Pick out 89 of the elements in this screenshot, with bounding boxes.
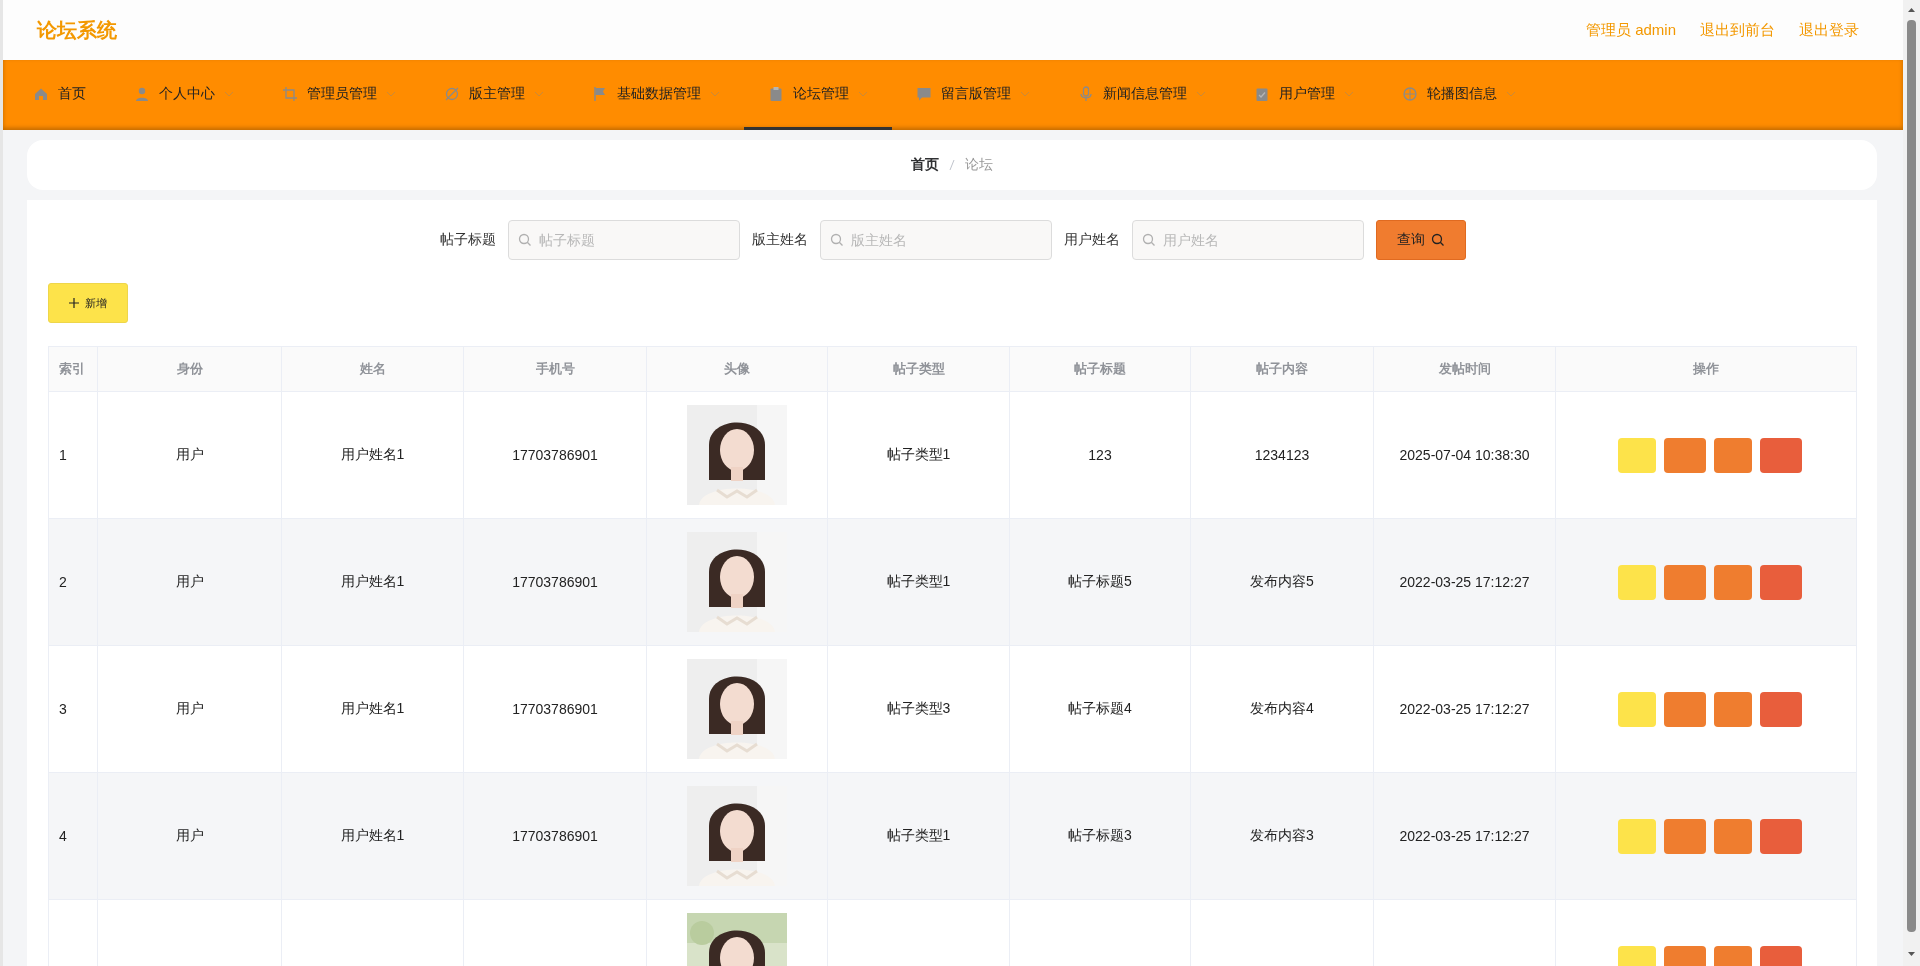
table-cell: 用户姓名1 bbox=[281, 645, 464, 773]
table-cell: 2 bbox=[48, 518, 98, 646]
column-header: 帖子类型 bbox=[827, 346, 1010, 392]
nav-item[interactable]: 首页 bbox=[9, 60, 110, 130]
table-cell: 1 bbox=[48, 391, 98, 519]
table-cell: 17703786901 bbox=[463, 772, 647, 900]
column-header: 身份 bbox=[97, 346, 282, 392]
message-icon bbox=[916, 85, 932, 102]
table-cell: 2022-03-25 17:12:27 bbox=[1373, 518, 1556, 646]
action-button[interactable] bbox=[1664, 691, 1706, 727]
table-cell: 帖子标题4 bbox=[1009, 645, 1191, 773]
action-button[interactable] bbox=[1664, 564, 1706, 600]
search-button[interactable]: 查询 bbox=[1376, 220, 1466, 260]
table-cell: 2022-03-25 17:12:27 bbox=[1373, 645, 1556, 773]
search-icon bbox=[1142, 233, 1156, 247]
microphone-icon bbox=[1078, 85, 1094, 102]
nav-item[interactable]: 轮播图信息 bbox=[1378, 60, 1540, 130]
table-cell: 用户 bbox=[97, 772, 282, 900]
search-icon bbox=[518, 233, 532, 247]
column-header: 帖子内容 bbox=[1190, 346, 1374, 392]
search-field[interactable]: 版主姓名 bbox=[820, 220, 1052, 260]
table-cell: 3 bbox=[48, 645, 98, 773]
table-cell: 发布内容5 bbox=[1190, 518, 1374, 646]
table-cell: 2022-03-25 17:12:27 bbox=[1373, 772, 1556, 900]
nav-item[interactable]: 基础数据管理 bbox=[568, 60, 744, 130]
table-cell: 帖子类型1 bbox=[827, 391, 1010, 519]
nav-item[interactable]: 新闻信息管理 bbox=[1054, 60, 1230, 130]
action-button[interactable] bbox=[1760, 564, 1802, 600]
table-cell: 发布内容3 bbox=[1190, 772, 1374, 900]
table-cell: 帖子标题5 bbox=[1009, 518, 1191, 646]
table-cell: 用户 bbox=[97, 391, 282, 519]
column-header: 姓名 bbox=[281, 346, 464, 392]
action-button[interactable] bbox=[1664, 437, 1706, 473]
table-cell: 用户姓名1 bbox=[281, 391, 464, 519]
table-cell: 帖子标题3 bbox=[1009, 772, 1191, 900]
nav-item[interactable]: 留言版管理 bbox=[892, 60, 1054, 130]
table-cell: 用户姓名1 bbox=[281, 772, 464, 900]
column-header: 手机号 bbox=[463, 346, 647, 392]
action-button[interactable] bbox=[1714, 564, 1752, 600]
action-button[interactable] bbox=[1760, 691, 1802, 727]
action-button[interactable] bbox=[1714, 818, 1752, 854]
table-cell: 帖子类型1 bbox=[827, 772, 1010, 900]
table-cell: 1234123 bbox=[1190, 391, 1374, 519]
breadcrumb-item: 论坛 bbox=[965, 156, 993, 174]
flag-icon bbox=[592, 85, 608, 102]
nav-item[interactable]: 论坛管理 bbox=[744, 60, 892, 130]
action-button[interactable] bbox=[1714, 437, 1752, 473]
app-title: 论坛系统 bbox=[37, 17, 117, 43]
action-button[interactable] bbox=[1714, 691, 1752, 727]
action-button[interactable] bbox=[1760, 818, 1802, 854]
table-cell: 帖子类型1 bbox=[827, 518, 1010, 646]
column-header: 索引 bbox=[48, 346, 98, 392]
plus-icon bbox=[69, 298, 79, 308]
table-cell: 发布内容4 bbox=[1190, 645, 1374, 773]
person-icon bbox=[134, 85, 150, 102]
search-icon bbox=[1431, 233, 1445, 247]
search-icon bbox=[830, 233, 844, 247]
table-cell: 17703786901 bbox=[463, 518, 647, 646]
table-cell: 用户 bbox=[97, 645, 282, 773]
crop-icon bbox=[282, 85, 298, 102]
nav-item[interactable]: 用户管理 bbox=[1230, 60, 1378, 130]
add-button[interactable]: 新增 bbox=[48, 283, 128, 323]
dial-icon bbox=[1402, 85, 1418, 102]
table-cell: 4 bbox=[48, 772, 98, 900]
clipboard-icon bbox=[768, 85, 784, 102]
table-cell: 用户姓名1 bbox=[281, 518, 464, 646]
table-cell: 17703786901 bbox=[463, 391, 647, 519]
breadcrumb-item[interactable]: 首页 bbox=[911, 156, 939, 174]
slash-icon bbox=[949, 159, 955, 171]
search-field[interactable]: 用户姓名 bbox=[1132, 220, 1364, 260]
table-cell: 17703786901 bbox=[463, 645, 647, 773]
nav-item[interactable]: 版主管理 bbox=[420, 60, 568, 130]
action-button[interactable] bbox=[1760, 437, 1802, 473]
action-button[interactable] bbox=[1664, 818, 1706, 854]
field-label: 用户姓名 bbox=[1064, 231, 1120, 249]
column-header: 帖子标题 bbox=[1009, 346, 1191, 392]
column-header: 发帖时间 bbox=[1373, 346, 1556, 392]
slashed-circle-icon bbox=[444, 85, 460, 102]
table-cell: 帖子类型3 bbox=[827, 645, 1010, 773]
column-header: 操作 bbox=[1555, 346, 1857, 392]
search-field[interactable]: 帖子标题 bbox=[508, 220, 740, 260]
nav-item[interactable]: 个人中心 bbox=[110, 60, 258, 130]
table-cell: 123 bbox=[1009, 391, 1191, 519]
field-label: 版主姓名 bbox=[752, 231, 808, 249]
table-cell: 用户 bbox=[97, 518, 282, 646]
table-cell: 2025-07-04 10:38:30 bbox=[1373, 391, 1556, 519]
field-label: 帖子标题 bbox=[440, 231, 496, 249]
column-header: 头像 bbox=[646, 346, 828, 392]
nav-item[interactable]: 管理员管理 bbox=[258, 60, 420, 130]
